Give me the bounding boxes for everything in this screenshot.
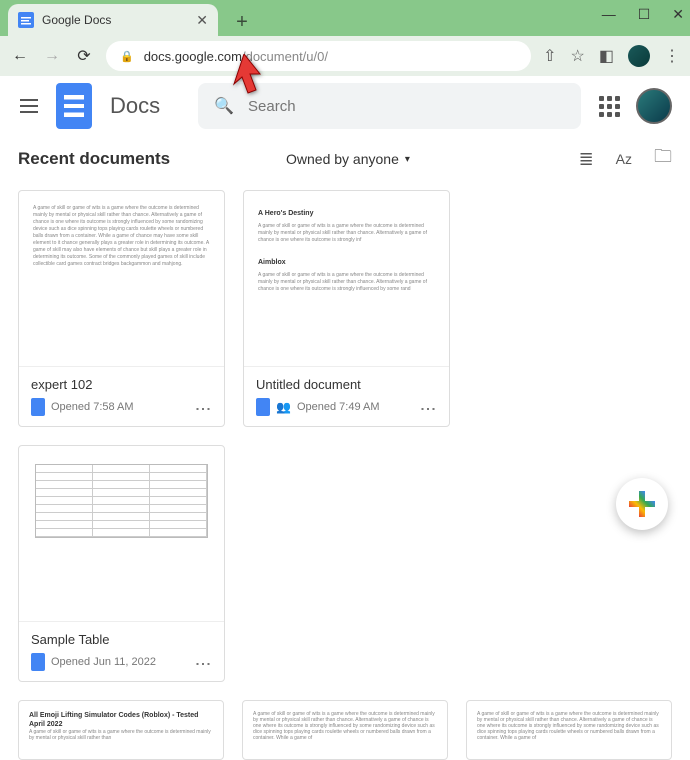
- opened-time: Opened 7:58 AM: [51, 401, 187, 413]
- docs-favicon: [18, 12, 34, 28]
- browser-tab[interactable]: Google Docs ✕: [8, 4, 218, 36]
- doc-title: Untitled document: [256, 377, 437, 392]
- share-icon[interactable]: ⇧: [543, 46, 556, 66]
- document-card[interactable]: A game of skill or game of wits is a gam…: [242, 700, 448, 760]
- browser-menu-icon[interactable]: ⋮: [664, 46, 680, 66]
- opened-time: Opened Jun 11, 2022: [51, 656, 187, 668]
- docs-logo-icon[interactable]: [56, 83, 92, 129]
- owned-by-dropdown[interactable]: Owned by anyone ▾: [286, 151, 410, 167]
- close-window-button[interactable]: ✕: [672, 6, 684, 23]
- more-options-icon[interactable]: ⋮: [193, 401, 212, 414]
- chevron-down-icon: ▾: [405, 154, 410, 165]
- document-card[interactable]: A game of skill or game of wits is a gam…: [18, 190, 225, 427]
- tab-title: Google Docs: [42, 13, 188, 27]
- lock-icon[interactable]: 🔒: [120, 50, 134, 63]
- doc-type-icon: [31, 398, 45, 416]
- reload-button[interactable]: ⟳: [74, 46, 94, 66]
- forward-button[interactable]: →: [42, 47, 62, 65]
- plus-icon: [629, 491, 655, 517]
- account-avatar[interactable]: [636, 88, 672, 124]
- app-name: Docs: [110, 93, 160, 119]
- recent-heading: Recent documents: [18, 149, 228, 169]
- doc-title: Sample Table: [31, 632, 212, 647]
- folder-icon[interactable]: 🗀: [654, 144, 672, 174]
- document-card[interactable]: All Emoji Lifting Simulator Codes (Roblo…: [18, 700, 224, 760]
- address-bar[interactable]: 🔒 docs.google.com/document/u/0/: [106, 41, 531, 71]
- more-options-icon[interactable]: ⋮: [418, 401, 437, 414]
- profile-avatar[interactable]: [628, 45, 650, 67]
- document-card[interactable]: Sample Table Opened Jun 11, 2022 ⋮: [18, 445, 225, 682]
- search-input[interactable]: [248, 98, 565, 115]
- maximize-button[interactable]: ☐: [638, 6, 651, 23]
- document-card[interactable]: A Hero's DestinyA game of skill or game …: [243, 190, 450, 427]
- back-button[interactable]: ←: [10, 47, 30, 65]
- shared-icon: 👥: [276, 400, 291, 414]
- extension-icon[interactable]: ◧: [599, 46, 614, 66]
- doc-type-icon: [31, 653, 45, 671]
- apps-grid-icon[interactable]: [599, 96, 620, 117]
- main-menu-button[interactable]: [20, 99, 38, 113]
- more-options-icon[interactable]: ⋮: [193, 656, 212, 669]
- bookmark-star-icon[interactable]: ☆: [571, 46, 585, 66]
- document-card[interactable]: A game of skill or game of wits is a gam…: [466, 700, 672, 760]
- new-tab-button[interactable]: +: [228, 8, 256, 36]
- list-view-icon[interactable]: ≣: [579, 149, 594, 170]
- doc-type-icon: [256, 398, 270, 416]
- close-tab-icon[interactable]: ✕: [196, 12, 208, 29]
- new-document-fab[interactable]: [616, 478, 668, 530]
- cursor-arrow-icon: [226, 54, 262, 103]
- opened-time: Opened 7:49 AM: [297, 401, 412, 413]
- sort-az-icon[interactable]: Aᴢ: [616, 151, 632, 167]
- minimize-button[interactable]: —: [602, 6, 616, 23]
- doc-title: expert 102: [31, 377, 212, 392]
